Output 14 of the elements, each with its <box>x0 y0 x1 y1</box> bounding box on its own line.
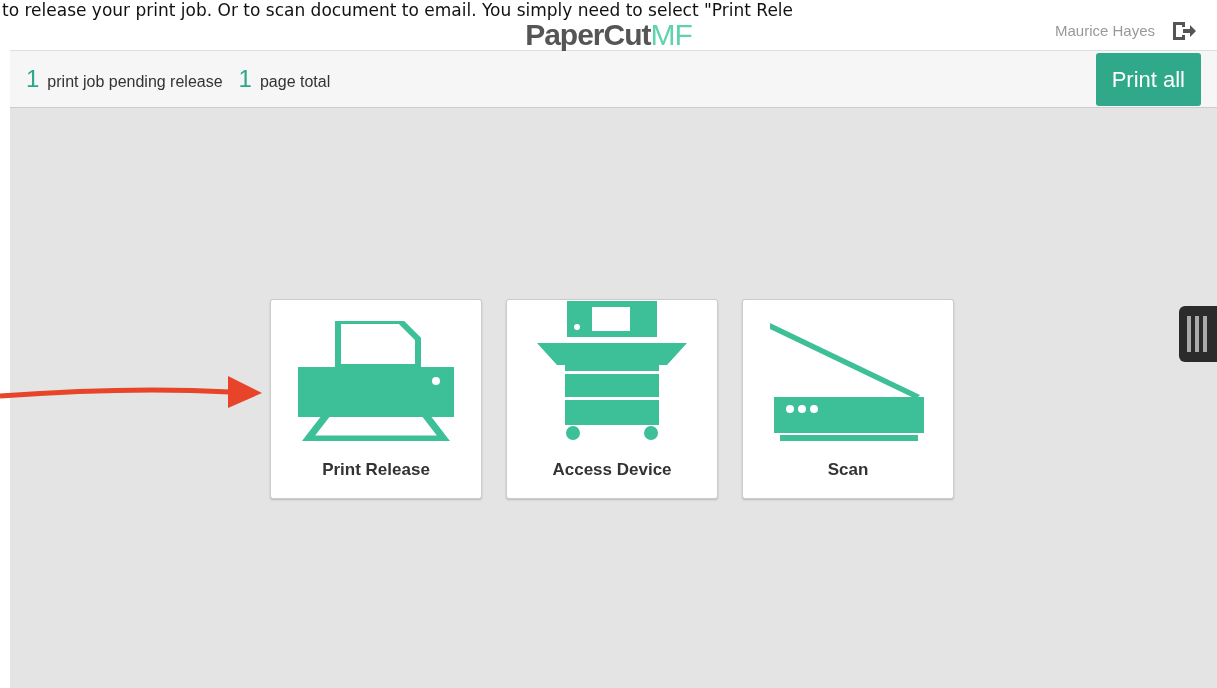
tile-button[interactable]: Access Device <box>506 299 718 499</box>
scanner-icon <box>770 320 926 441</box>
document-text: to release your print job. Or to scan document to email. You simply need to select "Print Rele <box>1 0 795 20</box>
job-count: 1 <box>26 64 40 94</box>
copier-icon <box>537 300 687 441</box>
logout-icon[interactable] <box>1171 20 1197 43</box>
printer-icon <box>298 320 454 441</box>
tile-button[interactable]: Scan <box>742 299 954 499</box>
user-name: Maurice Hayes <box>1054 21 1155 41</box>
tile-button[interactable]: Print Release <box>270 299 482 499</box>
side-handle[interactable] <box>1179 306 1217 362</box>
page-count: 1 <box>238 64 252 94</box>
page-label: page total <box>259 72 331 92</box>
job-label: print job pending release <box>47 72 223 92</box>
